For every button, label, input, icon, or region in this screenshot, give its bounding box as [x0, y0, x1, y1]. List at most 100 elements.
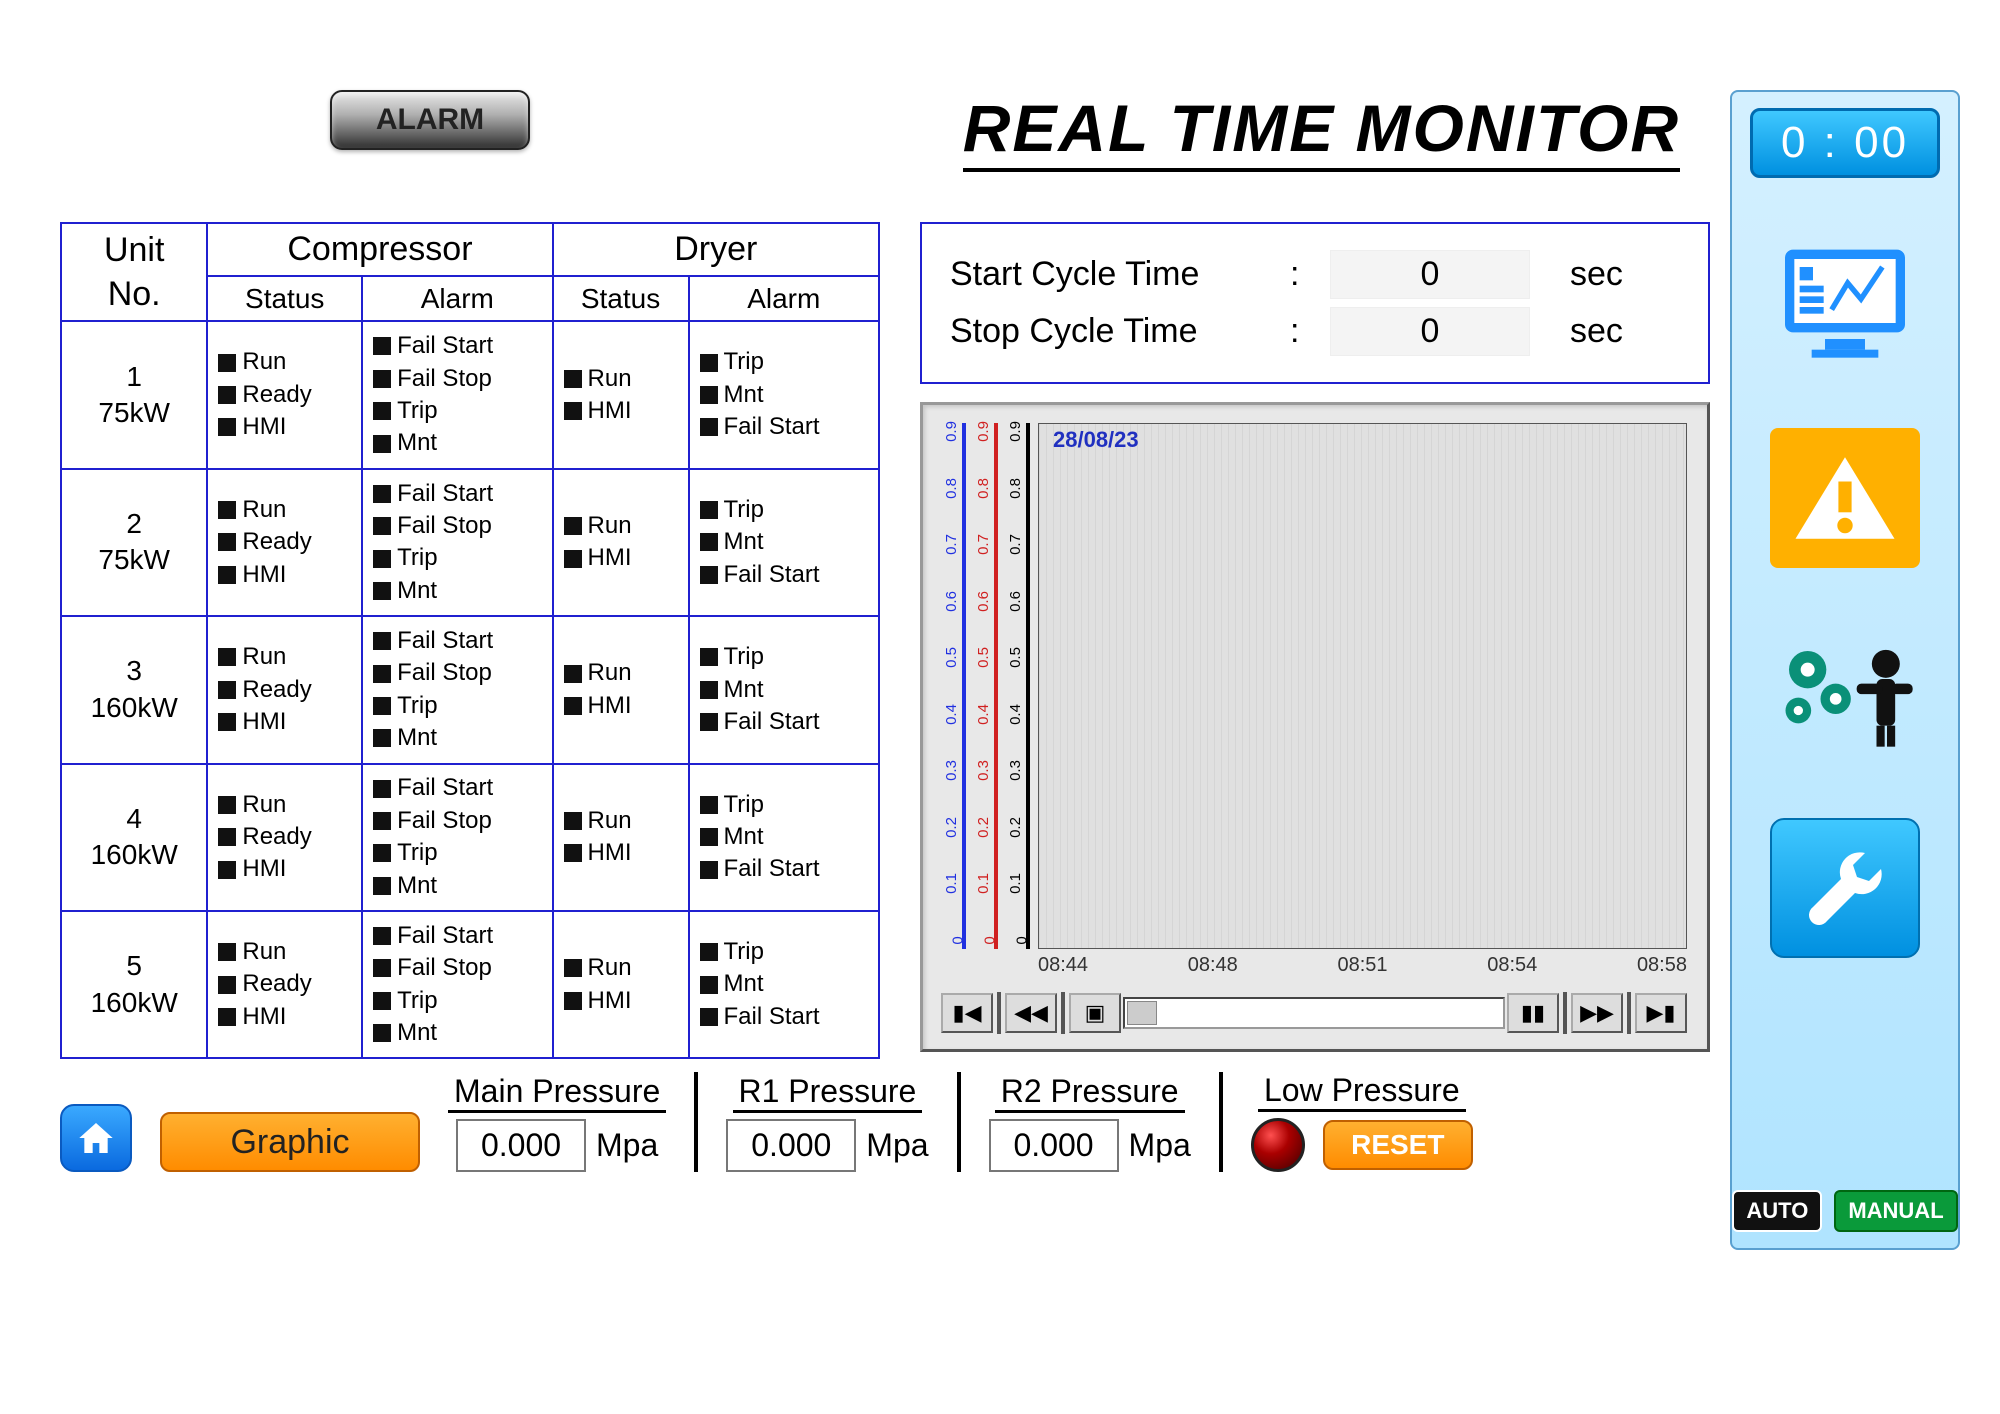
stop-cycle-value[interactable]: 0: [1330, 307, 1530, 356]
y-axis-r2: 0.90.80.70.60.50.40.30.20.10: [941, 423, 966, 949]
low-pressure-label: Low Pressure: [1258, 1072, 1466, 1112]
chart-last-button[interactable]: ▶▮: [1635, 993, 1687, 1033]
y-axis-main: 0.90.80.70.60.50.40.30.20.10: [1005, 423, 1030, 949]
status-indicator: [218, 533, 236, 551]
status-text: Trip: [724, 936, 764, 968]
unit-no: 5160kW: [61, 911, 207, 1058]
unit-status-table: UnitNo. Compressor Dryer Status Alarm St…: [60, 222, 880, 1059]
main-pressure-unit: Mpa: [596, 1127, 658, 1164]
chart-first-button[interactable]: ▮◀: [941, 993, 993, 1033]
status-indicator: [700, 943, 718, 961]
r1-pressure-unit: Mpa: [866, 1127, 928, 1164]
dry-status-cell: RunHMI: [553, 764, 689, 911]
dry-alarm-cell: TripMntFail Start: [689, 469, 880, 616]
status-indicator: [373, 582, 391, 600]
start-cycle-value[interactable]: 0: [1330, 250, 1530, 299]
stop-cycle-unit: sec: [1570, 312, 1623, 351]
status-text: Fail Start: [724, 559, 820, 591]
status-text: Fail Start: [397, 772, 493, 804]
sidebar-alarm-button[interactable]: [1770, 428, 1920, 568]
status-text: Run: [242, 346, 286, 378]
status-text: Trip: [397, 395, 437, 427]
home-button[interactable]: [60, 1104, 132, 1172]
table-row: 5160kWRunReadyHMIFail StartFail StopTrip…: [61, 911, 879, 1058]
table-row: 175kWRunReadyHMIFail StartFail StopTripM…: [61, 321, 879, 468]
status-text: Run: [242, 494, 286, 526]
status-text: Run: [242, 789, 286, 821]
reset-button[interactable]: RESET: [1323, 1120, 1473, 1170]
comp-status-cell: RunReadyHMI: [207, 616, 362, 763]
table-row: 275kWRunReadyHMIFail StartFail StopTripM…: [61, 469, 879, 616]
col-comp-alarm: Alarm: [362, 276, 552, 321]
sidebar-monitor-button[interactable]: [1775, 238, 1915, 368]
unit-no: 3160kW: [61, 616, 207, 763]
cycle-time-box: Start Cycle Time : 0 sec Stop Cycle Time…: [920, 222, 1710, 384]
status-text: Run: [242, 936, 286, 968]
dry-status-cell: RunHMI: [553, 911, 689, 1058]
dry-alarm-cell: TripMntFail Start: [689, 911, 880, 1058]
graphic-button[interactable]: Graphic: [160, 1112, 420, 1172]
status-text: Mnt: [724, 968, 764, 1000]
chart-x-ticks: 08:4408:4808:5108:5408:58: [1038, 954, 1687, 977]
status-text: Trip: [397, 837, 437, 869]
status-indicator: [373, 780, 391, 798]
x-tick: 08:48: [1188, 954, 1238, 977]
gears-person-icon: [1775, 628, 1915, 758]
status-text: Ready: [242, 674, 311, 706]
table-row: 3160kWRunReadyHMIFail StartFail StopTrip…: [61, 616, 879, 763]
sidebar-maintenance-button[interactable]: [1770, 818, 1920, 958]
chart-stop-button[interactable]: ▣: [1069, 993, 1121, 1033]
status-text: HMI: [242, 411, 286, 443]
status-indicator: [218, 681, 236, 699]
status-indicator: [564, 402, 582, 420]
status-indicator: [373, 370, 391, 388]
home-icon: [74, 1118, 118, 1158]
status-text: Fail Stop: [397, 510, 492, 542]
status-indicator: [373, 517, 391, 535]
status-indicator: [700, 713, 718, 731]
wrench-icon: [1795, 838, 1895, 938]
comp-alarm-cell: Fail StartFail StopTripMnt: [362, 616, 552, 763]
status-indicator: [218, 354, 236, 372]
status-text: Trip: [397, 985, 437, 1017]
status-indicator: [700, 828, 718, 846]
status-text: Run: [588, 805, 632, 837]
monitor-chart-icon: [1775, 243, 1915, 363]
status-indicator: [218, 566, 236, 584]
auto-mode-button[interactable]: AUTO: [1732, 1190, 1822, 1232]
status-indicator: [373, 550, 391, 568]
chart-pause-button[interactable]: ▮▮: [1507, 993, 1559, 1033]
status-indicator: [373, 927, 391, 945]
col-dryer: Dryer: [553, 223, 879, 276]
status-text: Ready: [242, 968, 311, 1000]
status-text: HMI: [588, 985, 632, 1017]
status-text: Run: [588, 510, 632, 542]
alarm-button[interactable]: ALARM: [330, 90, 530, 150]
status-indicator: [564, 517, 582, 535]
status-indicator: [700, 501, 718, 519]
status-indicator: [373, 812, 391, 830]
status-text: Mnt: [724, 821, 764, 853]
unit-no: 4160kW: [61, 764, 207, 911]
status-text: Trip: [397, 542, 437, 574]
status-text: Trip: [724, 346, 764, 378]
comp-alarm-cell: Fail StartFail StopTripMnt: [362, 469, 552, 616]
chart-forward-button[interactable]: ▶▶: [1571, 993, 1623, 1033]
status-text: Ready: [242, 379, 311, 411]
chart-rewind-button[interactable]: ◀◀: [1005, 993, 1057, 1033]
col-dry-status: Status: [553, 276, 689, 321]
chart-scrollbar[interactable]: [1123, 997, 1505, 1029]
status-indicator: [564, 697, 582, 715]
status-indicator: [218, 976, 236, 994]
status-text: Fail Start: [724, 706, 820, 738]
status-indicator: [700, 566, 718, 584]
status-text: Fail Start: [397, 478, 493, 510]
chart-plot-area: [1038, 423, 1687, 949]
dry-status-cell: RunHMI: [553, 616, 689, 763]
manual-mode-button[interactable]: MANUAL: [1834, 1190, 1957, 1232]
pressure-trend-chart: 0.90.80.70.60.50.40.30.20.10 0.90.80.70.…: [920, 402, 1710, 1052]
status-text: Fail Start: [724, 853, 820, 885]
sidebar: 0 : 00: [1730, 90, 1960, 1250]
sidebar-settings-button[interactable]: [1775, 628, 1915, 758]
x-tick: 08:44: [1038, 954, 1088, 977]
